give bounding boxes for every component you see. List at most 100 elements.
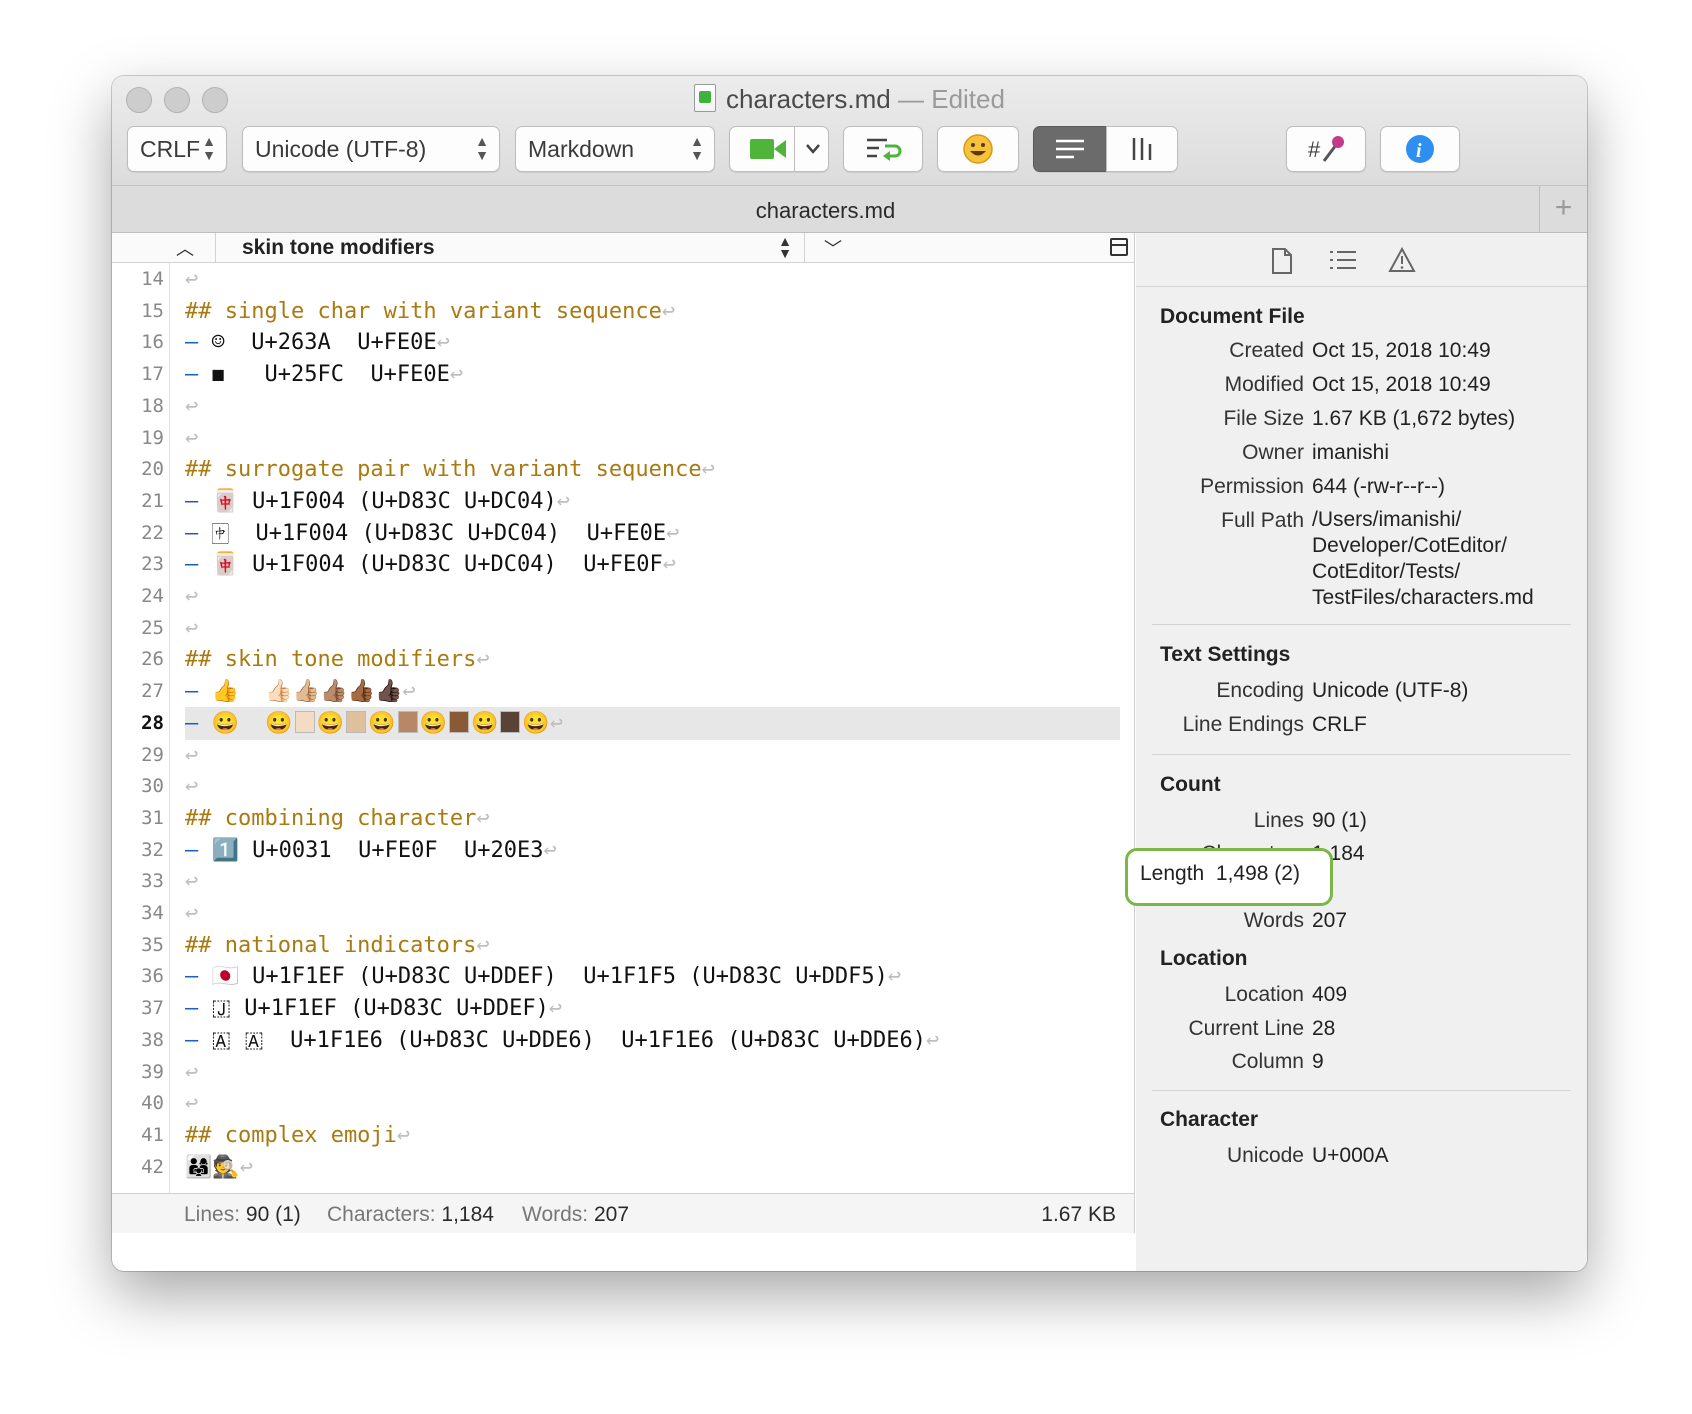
line-number: 22 (141, 521, 164, 544)
line-number: 19 (141, 426, 164, 449)
editor-line[interactable]: 39 ↩ (112, 1056, 1134, 1089)
encoding-label: Unicode (UTF-8) (255, 135, 427, 162)
line-number: 27 (141, 680, 164, 703)
line-content: ↩ (185, 1087, 198, 1120)
line-content: ↩ (185, 1056, 198, 1089)
document-icon[interactable] (1270, 247, 1294, 281)
line-number: 26 (141, 648, 164, 671)
warning-icon[interactable] (1388, 246, 1416, 279)
line-content: – 🀄︎ U+1F004 (U+D83C U+DC04) U+FE0E↩ (185, 517, 679, 550)
return-mark-icon: ↩ (701, 457, 715, 483)
text-orientation-vertical-button[interactable] (1106, 126, 1178, 172)
return-mark-icon: ↩ (476, 932, 490, 958)
split-icon[interactable] (1110, 238, 1128, 256)
return-mark-icon: ↩ (185, 1059, 199, 1085)
line-text: 🀄 U+1F004 (U+D83C U+DC04) (211, 488, 557, 514)
horizontal-text-icon (1056, 139, 1084, 159)
status-characters: Characters: 1,184 (327, 1203, 494, 1226)
editor-line[interactable]: 32– 1️⃣ U+0031 U+FE0F U+20E3↩ (112, 834, 1134, 867)
line-ending-popup[interactable]: CRLF ▲ ▼ (127, 126, 227, 172)
wrap-lines-button[interactable] (843, 126, 923, 172)
next-outline-button[interactable]: ﹀ (824, 235, 842, 261)
status-file-size: 1.67 KB (1041, 1203, 1116, 1226)
return-mark-icon: ↩ (396, 1122, 411, 1148)
divider (1152, 624, 1571, 625)
info-icon: i (1406, 135, 1434, 163)
editor-line[interactable]: 14 ↩ (112, 263, 1134, 296)
emoji-button[interactable] (937, 126, 1019, 172)
editor-line[interactable]: 31 ## combining character↩ (112, 802, 1134, 835)
editor-line[interactable]: 36– 🇯🇵 U+1F1EF (U+D83C U+DDEF) U+1F1F5 (… (112, 960, 1134, 993)
window-title: characters.md — Edited (112, 84, 1587, 115)
editor-line[interactable]: 15 ## single char with variant sequence↩ (112, 295, 1134, 328)
editor-line[interactable]: 18 ↩ (112, 390, 1134, 423)
play-button-group[interactable] (729, 126, 829, 172)
editor-line[interactable]: 26 ## skin tone modifiers↩ (112, 643, 1134, 676)
editor-line[interactable]: 37– 🇯 U+1F1EF (U+D83C U+DDEF)↩ (112, 992, 1134, 1025)
editor-line[interactable]: 23– 🀄️ U+1F004 (U+D83C U+DC04) U+FE0F↩ (112, 548, 1134, 581)
editor-line[interactable]: 34 ↩ (112, 897, 1134, 930)
editor-line[interactable]: 33 ↩ (112, 865, 1134, 898)
status-words: Words: 207 (522, 1203, 630, 1226)
line-number: 36 (141, 965, 164, 988)
line-content: ↩ (185, 580, 198, 613)
editor-line[interactable]: 17 – ◼︎ U+25FC U+FE0E↩ (112, 358, 1134, 391)
editor-line[interactable]: 22 – 🀄︎ U+1F004 (U+D83C U+DC04) U+FE0E↩ (112, 517, 1134, 550)
line-number: 30 (141, 775, 164, 798)
editor-line[interactable]: 16– ☺ U+263A U+FE0E↩ (112, 326, 1134, 359)
svg-text:#: # (1308, 137, 1321, 162)
text-editor: ︿ skin tone modifiers ▲ ▼ ﹀ 14 ↩ 15 ## singl… (112, 233, 1135, 1233)
editor-line[interactable]: 20 ## surrogate pair with variant sequenc… (112, 453, 1134, 486)
syntax-popup[interactable]: Markdown ▲ ▼ (515, 126, 715, 172)
line-content: – 🀄️ U+1F004 (U+D83C U+DC04) U+FE0F↩ (185, 548, 676, 581)
outline-menu[interactable]: skin tone modifiers ▲ ▼ (215, 233, 805, 262)
return-mark-icon: ↩ (925, 1027, 940, 1053)
return-mark-icon: ↩ (185, 584, 199, 609)
divider (1152, 754, 1571, 755)
editor-line[interactable]: 21– 🀄 U+1F004 (U+D83C U+DC04)↩ (112, 485, 1134, 518)
line-number: 20 (141, 458, 164, 481)
editor-line[interactable]: 25 ↩ (112, 612, 1134, 645)
color-code-button[interactable]: # (1286, 126, 1366, 172)
line-content: ↩ (185, 865, 198, 898)
line-number: 34 (141, 902, 164, 924)
line-number: 15 (141, 299, 164, 322)
encoding-popup[interactable]: Unicode (UTF-8) ▲ ▼ (242, 126, 500, 172)
toc-icon[interactable] (1328, 247, 1358, 279)
grinning-face-emoji: 😀 (522, 710, 550, 736)
line-number: 17 (141, 363, 164, 386)
vertical-text-icon (1132, 138, 1152, 160)
line-content: 👨‍👩‍👧🕵️↩ (185, 1151, 253, 1184)
line-number: 33 (141, 870, 164, 893)
line-number: 38 (141, 1028, 164, 1051)
editor-line[interactable]: 40 ↩ (112, 1087, 1134, 1120)
line-content: – 😀 😀 😀 😀 😀 😀 😀↩ (185, 707, 563, 740)
editor-line[interactable]: 35 ## national indicators↩ (112, 929, 1134, 962)
skin-tone-swatch (500, 710, 521, 733)
line-content: ↩ (185, 422, 198, 455)
wrap-icon (867, 138, 902, 161)
document-proxy-icon[interactable] (694, 84, 717, 112)
info-button[interactable]: i (1380, 126, 1460, 172)
editor-line[interactable]: 29 ↩ (112, 739, 1134, 772)
return-mark-icon: ↩ (449, 362, 464, 388)
editor-line[interactable]: 19 ↩ (112, 422, 1134, 455)
tab-characters-md[interactable]: characters.md (112, 198, 1539, 224)
editor-line[interactable]: 30 ↩ (112, 770, 1134, 803)
text-area[interactable]: 14 ↩ 15 ## single char with variant sequenc… (112, 263, 1134, 1193)
character-section-title: Character (1160, 1108, 1259, 1131)
return-mark-icon: ↩ (185, 425, 199, 451)
editor-line[interactable]: 41 ## complex emoji↩ (112, 1119, 1134, 1152)
editor-line[interactable]: 27– 👍 👍🏻👍🏼👍🏽👍🏾👍🏿↩ (112, 675, 1134, 708)
editor-line[interactable]: 28– 😀 😀 😀 😀 😀 😀 😀↩ (112, 706, 1134, 740)
text-orientation-horizontal-button[interactable] (1033, 126, 1107, 172)
add-tab-button[interactable]: + (1539, 186, 1587, 232)
editor-line[interactable]: 38– 🇦 🇦 U+1F1E6 (U+D83C U+DDE6) U+1F1E6 … (112, 1024, 1134, 1057)
line-number: 39 (141, 1060, 164, 1083)
editor-line[interactable]: 24 ↩ (112, 580, 1134, 613)
outline-menu-label: skin tone modifiers (242, 236, 435, 259)
window-title-text: characters.md (726, 84, 891, 114)
editor-line[interactable]: 42 👨‍👩‍👧🕵️↩ (112, 1151, 1134, 1184)
previous-outline-button[interactable]: ︿ (176, 235, 194, 261)
line-content: – ◼︎ U+25FC U+FE0E↩ (185, 358, 463, 391)
